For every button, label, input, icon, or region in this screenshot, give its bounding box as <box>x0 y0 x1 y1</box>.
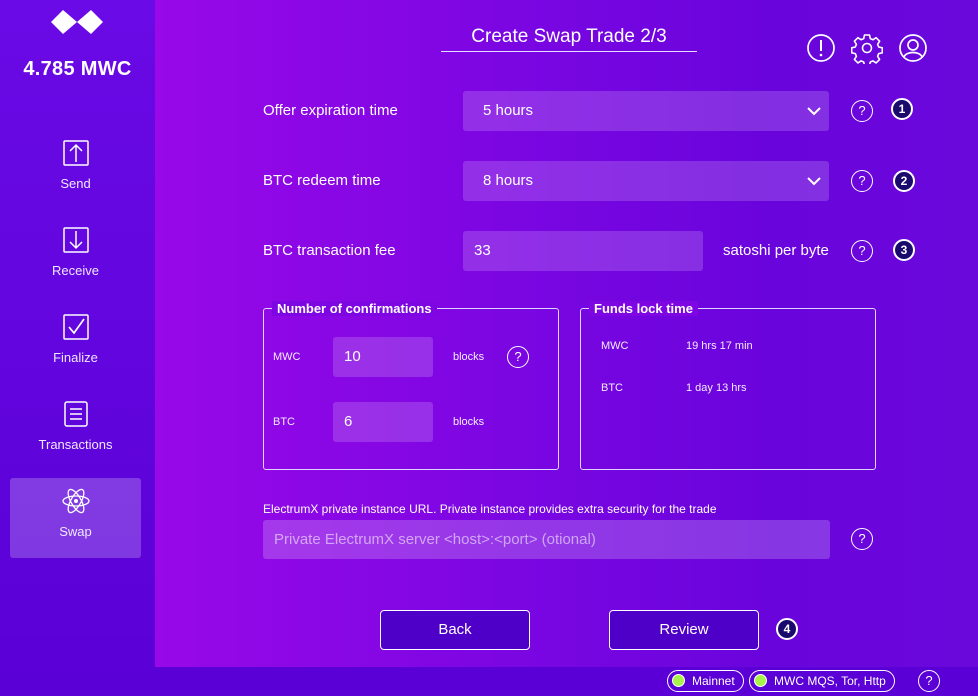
main-panel: Create Swap Trade 2/3 Offer expiration t… <box>155 0 978 667</box>
back-button[interactable]: Back <box>380 610 530 650</box>
btc-fee-help-icon[interactable]: ? <box>851 240 873 262</box>
sidebar-item-swap[interactable]: Swap <box>10 478 141 558</box>
electrum-help-icon[interactable]: ? <box>851 528 873 550</box>
connection-label: MWC MQS, Tor, Http <box>774 674 886 688</box>
step-1-badge: 1 <box>891 98 913 120</box>
transactions-icon <box>63 401 88 427</box>
electrum-url-input[interactable] <box>263 520 830 559</box>
sidebar-item-label: Receive <box>52 263 99 278</box>
send-icon <box>62 140 89 166</box>
btc-redeem-value: 8 hours <box>483 172 534 189</box>
lock-time-mwc-value: 19 hrs 17 min <box>686 340 753 352</box>
confirmations-group: Number of confirmations MWC 10 blocks ? … <box>263 301 559 470</box>
status-bar: Mainnet MWC MQS, Tor, Http ? <box>155 667 978 696</box>
sidebar-item-label: Transactions <box>38 437 113 452</box>
network-label: Mainnet <box>692 674 735 688</box>
settings-icon[interactable] <box>851 32 883 64</box>
notification-icon[interactable] <box>805 32 837 64</box>
step-4-badge: 4 <box>776 618 798 640</box>
wallet-balance: 4.785 MWC <box>23 58 132 80</box>
lock-time-btc-label: BTC <box>601 382 623 394</box>
sidebar: 4.785 MWC Send Receive Finalize Transact… <box>0 0 155 696</box>
status-dot-icon <box>754 674 767 687</box>
sidebar-item-label: Swap <box>59 524 92 539</box>
chevron-down-icon <box>807 107 821 116</box>
finalize-icon <box>62 314 89 340</box>
statusbar-help-icon[interactable]: ? <box>918 670 940 692</box>
offer-expiration-select[interactable]: 5 hours <box>463 91 829 131</box>
mwc-confirmations-input[interactable]: 10 <box>333 337 433 377</box>
btc-redeem-help-icon[interactable]: ? <box>851 170 873 192</box>
btc-fee-input[interactable]: 33 <box>463 231 703 271</box>
btc-redeem-select[interactable]: 8 hours <box>463 161 829 201</box>
sidebar-item-receive[interactable]: Receive <box>10 217 141 297</box>
lock-time-mwc-label: MWC <box>601 340 629 352</box>
btc-confirmations-input[interactable]: 6 <box>333 402 433 442</box>
network-status[interactable]: Mainnet <box>667 670 744 692</box>
sidebar-item-finalize[interactable]: Finalize <box>10 304 141 384</box>
confirmations-title: Number of confirmations <box>272 301 437 316</box>
sidebar-item-label: Send <box>60 176 91 191</box>
lock-time-group: Funds lock time MWC 19 hrs 17 min BTC 1 … <box>580 301 876 470</box>
electrum-url-label: ElectrumX private instance URL. Private … <box>263 502 717 516</box>
confirmations-btc-unit: blocks <box>453 416 485 428</box>
mwc-logo <box>51 10 103 34</box>
confirmations-mwc-unit: blocks <box>453 351 485 363</box>
confirmations-mwc-label: MWC <box>273 351 301 363</box>
page-title: Create Swap Trade 2/3 <box>441 26 697 52</box>
step-2-badge: 2 <box>893 170 915 192</box>
sidebar-item-send[interactable]: Send <box>10 130 141 210</box>
btc-redeem-label: BTC redeem time <box>263 172 381 189</box>
confirmations-help-icon[interactable]: ? <box>507 346 529 368</box>
receive-icon <box>62 227 89 253</box>
lock-time-title: Funds lock time <box>589 301 698 316</box>
account-icon[interactable] <box>897 32 929 64</box>
offer-expiration-help-icon[interactable]: ? <box>851 100 873 122</box>
offer-expiration-value: 5 hours <box>483 102 534 119</box>
review-button[interactable]: Review <box>609 610 759 650</box>
chevron-down-icon <box>807 177 821 186</box>
btc-fee-unit: satoshi per byte <box>723 242 829 259</box>
lock-time-btc-value: 1 day 13 hrs <box>686 382 747 394</box>
offer-expiration-label: Offer expiration time <box>263 102 398 119</box>
sidebar-item-label: Finalize <box>53 350 98 365</box>
sidebar-item-transactions[interactable]: Transactions <box>10 391 141 471</box>
status-dot-icon <box>672 674 685 687</box>
swap-icon <box>61 488 90 514</box>
btc-fee-label: BTC transaction fee <box>263 242 396 259</box>
connection-status[interactable]: MWC MQS, Tor, Http <box>749 670 895 692</box>
step-3-badge: 3 <box>893 239 915 261</box>
confirmations-btc-label: BTC <box>273 416 295 428</box>
